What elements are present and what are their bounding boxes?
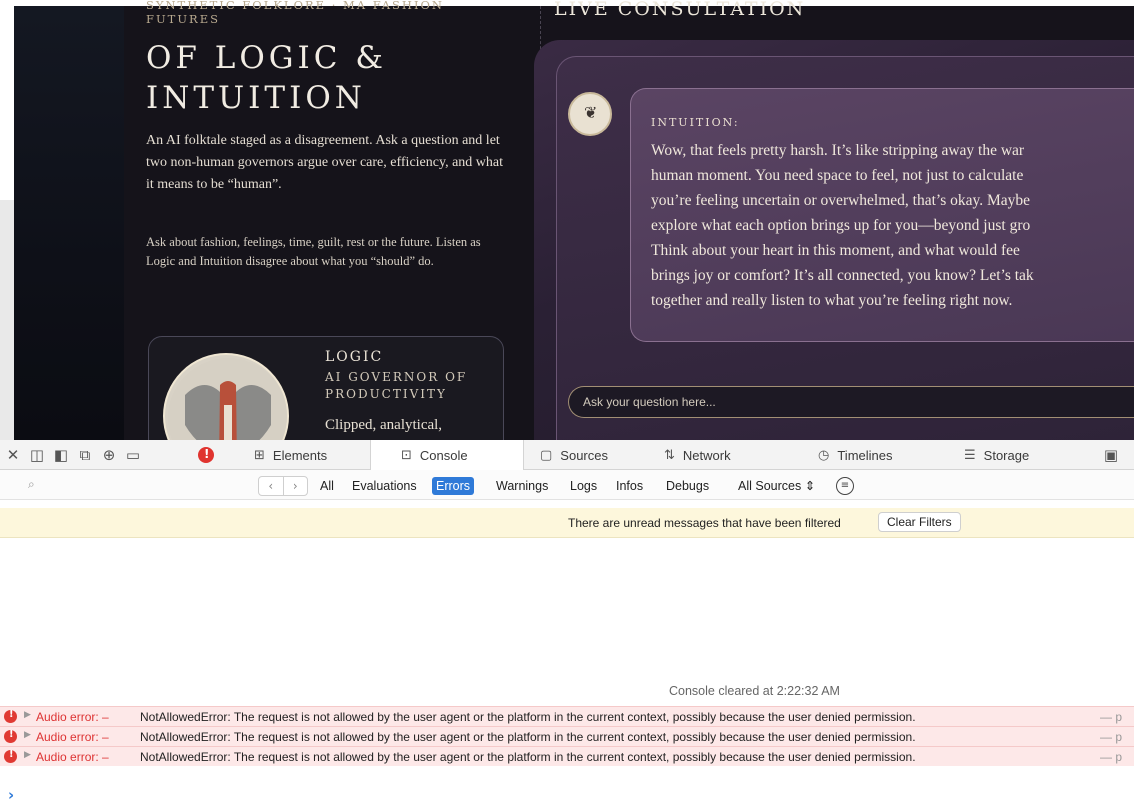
console-error-row[interactable]: ▶ Audio error: – NotAllowedError: The re…: [0, 706, 1134, 726]
error-icon: [4, 709, 17, 723]
message-line: Think about your heart in this moment, a…: [651, 242, 1020, 259]
page-title: OF LOGIC & INTUITION: [146, 40, 387, 116]
clear-filters-button[interactable]: Clear Filters: [878, 512, 961, 532]
error-icon: [4, 729, 17, 743]
log-source: Audio error: –: [36, 730, 109, 744]
graphics-tab-icon[interactable]: ▣: [1102, 446, 1120, 464]
level-all[interactable]: All: [316, 477, 338, 495]
filtered-notice: There are unread messages that have been…: [0, 508, 1134, 538]
close-icon[interactable]: ✕: [4, 446, 22, 464]
log-location[interactable]: — p: [1100, 730, 1122, 744]
logic-name: LOGIC: [325, 349, 384, 365]
ask-question-input[interactable]: [568, 386, 1134, 418]
devtools-tabbar: ✕ ◫ ◧ ⧉ ⊕ ▭ ⊞Elements ⊡Console ▢Sources …: [0, 440, 1134, 471]
filtered-notice-text: There are unread messages that have been…: [568, 516, 841, 530]
elements-icon: ⊞: [254, 447, 265, 463]
eyebrow-text: SYNTHETIC FOLKLORE · MA FASHION FUTURES: [146, 0, 444, 26]
intuition-avatar-glyph: ❦: [584, 105, 598, 122]
network-icon: ⇅: [664, 447, 675, 463]
console-icon: ⊡: [401, 448, 412, 463]
tab-label: Elements: [272, 447, 328, 463]
dock-bottom-icon[interactable]: ◫: [28, 446, 46, 464]
previous-arrow-icon[interactable]: ‹: [259, 477, 283, 495]
message-line: explore what each option brings up for y…: [651, 217, 1031, 234]
tab-sources[interactable]: ▢ Sources: [540, 440, 650, 470]
message-line: together and really listen to what you’r…: [651, 292, 1013, 309]
log-location[interactable]: — p: [1100, 750, 1122, 764]
console-cleared-message: Console cleared at 2:22:32 AM: [669, 684, 840, 698]
devtools-panel: ✕ ◫ ◧ ⧉ ⊕ ▭ ⊞Elements ⊡Console ▢Sources …: [0, 440, 1134, 804]
console-error-row[interactable]: ▶ Audio error: – NotAllowedError: The re…: [0, 746, 1134, 766]
intuition-avatar: ❦: [568, 92, 612, 136]
console-error-row[interactable]: ▶ Audio error: – NotAllowedError: The re…: [0, 726, 1134, 746]
message-speaker: INTUITION:: [651, 116, 740, 129]
log-source-text: Audio error:: [36, 750, 99, 764]
console-prompt[interactable]: ›: [8, 786, 14, 804]
inspect-icon[interactable]: ⊕: [100, 446, 118, 464]
log-source: Audio error: –: [36, 710, 109, 724]
filter-menu-icon[interactable]: ≡: [836, 477, 854, 495]
undock-icon[interactable]: ⧉: [76, 446, 94, 464]
message-line: brings joy or comfort? It’s all connecte…: [651, 267, 1034, 284]
tab-label: Network: [682, 447, 731, 463]
left-gradient-strip: [14, 6, 124, 440]
console-filterbar: ⌕ ‹ › All Evaluations Errors Warnings Lo…: [0, 470, 1134, 500]
chevron-updown-icon: ⇕: [804, 479, 816, 493]
tab-console[interactable]: ⊡ Console: [370, 440, 524, 471]
filter-search-icon: ⌕: [28, 477, 35, 491]
next-arrow-icon[interactable]: ›: [282, 477, 308, 495]
sources-icon: ▢: [540, 447, 553, 463]
level-logs[interactable]: Logs: [566, 477, 601, 495]
dock-side-icon[interactable]: ◧: [52, 446, 70, 464]
error-count-icon[interactable]: [198, 447, 214, 463]
tab-label: Console: [419, 448, 468, 463]
message-navigation[interactable]: ‹ ›: [258, 476, 308, 496]
tab-timelines[interactable]: ◷ Timelines: [818, 440, 938, 470]
console-filter-input[interactable]: [44, 476, 244, 494]
sources-select[interactable]: All Sources ⇕: [738, 477, 815, 495]
logic-description: Clipped, analytical,: [325, 417, 443, 433]
expand-triangle-icon[interactable]: ▶: [24, 710, 31, 720]
tab-network[interactable]: ⇅ Network: [664, 440, 784, 470]
expand-triangle-icon[interactable]: ▶: [24, 750, 31, 760]
sources-select-label: All Sources: [738, 479, 802, 493]
error-icon: [4, 749, 17, 763]
expand-triangle-icon[interactable]: ▶: [24, 730, 31, 740]
live-consultation-title: LIVE CONSULTATION: [554, 0, 806, 20]
log-source: Audio error: –: [36, 750, 109, 764]
tab-label: Timelines: [837, 447, 893, 463]
timelines-icon: ◷: [818, 447, 830, 463]
log-message: NotAllowedError: The request is not allo…: [140, 730, 916, 744]
tab-label: Sources: [560, 447, 608, 463]
tab-label: Storage: [983, 447, 1030, 463]
level-infos[interactable]: Infos: [612, 477, 647, 495]
level-evaluations[interactable]: Evaluations: [348, 477, 421, 495]
level-errors[interactable]: Errors: [432, 477, 475, 495]
log-message: NotAllowedError: The request is not allo…: [140, 710, 916, 724]
intro-hint: Ask about fashion, feelings, time, guilt…: [146, 235, 481, 268]
storage-icon: ☰: [964, 447, 976, 463]
logic-card[interactable]: LOGIC AI GOVERNOR OF PRODUCTIVITY Clippe…: [148, 336, 504, 479]
intro-paragraph: An AI folktale staged as a disagreement.…: [146, 133, 503, 192]
level-debugs[interactable]: Debugs: [662, 477, 713, 495]
logic-role: AI GOVERNOR OF PRODUCTIVITY: [325, 370, 468, 401]
log-source-text: Audio error:: [36, 730, 99, 744]
message-text: Wow, that feels pretty harsh. It’s like …: [651, 138, 1134, 338]
message-line: human moment. You need space to feel, no…: [651, 167, 1024, 184]
log-source-text: Audio error:: [36, 710, 99, 724]
tab-storage[interactable]: ☰ Storage: [964, 440, 1074, 470]
log-location[interactable]: — p: [1100, 710, 1122, 724]
device-icon[interactable]: ▭: [124, 446, 142, 464]
level-warnings[interactable]: Warnings: [492, 477, 552, 495]
web-page: SYNTHETIC FOLKLORE · MA FASHION FUTURES …: [0, 0, 1134, 479]
log-message: NotAllowedError: The request is not allo…: [140, 750, 916, 764]
message-line: you’re feeling uncertain or overwhelmed,…: [651, 192, 1031, 209]
message-line: Wow, that feels pretty harsh. It’s like …: [651, 142, 1025, 159]
tab-elements[interactable]: ⊞ Elements: [254, 440, 364, 470]
